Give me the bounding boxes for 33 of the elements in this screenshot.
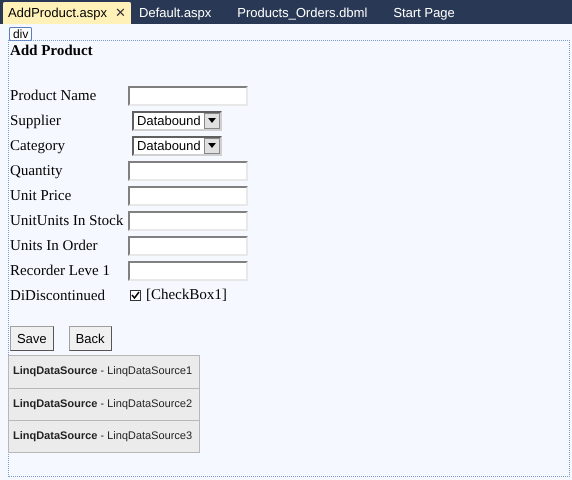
document-tab[interactable]: Start Page [385,2,463,24]
document-tab[interactable]: AddProduct.aspx ✕ [3,2,132,24]
field-label: Quantity [10,162,64,180]
close-icon[interactable]: ✕ [115,3,126,23]
data-source-control[interactable]: LinqDataSource - LinqDataSource1 [9,356,199,388]
input-field[interactable] [128,86,248,106]
data-source-control[interactable]: LinqDataSource - LinqDataSource2 [9,388,199,420]
input-field[interactable] [128,160,248,180]
checkbox-label: [CheckBox1] [146,286,227,306]
form-button[interactable]: Save [10,326,54,351]
element-tag: div [9,27,32,41]
page-heading: Add Product [10,42,93,61]
field-label: Product Name [10,86,98,104]
input-field[interactable] [128,186,248,206]
field-label: Supplier [10,112,62,130]
checkbox[interactable] [130,290,141,301]
input-field[interactable] [128,236,248,256]
field-label: DiDiscontinued [10,286,106,304]
document-tab[interactable]: Default.aspx [131,2,220,24]
field-label: Recorder Leve 1 [10,262,111,280]
data-source-control[interactable]: LinqDataSource - LinqDataSource3 [9,420,199,452]
caret-icon[interactable] [204,112,220,128]
caret-icon[interactable] [204,138,220,154]
dropdown[interactable]: Databound [132,136,222,156]
input-field[interactable] [128,260,248,280]
input-field[interactable] [128,210,248,230]
dropdown[interactable]: Databound [132,110,222,130]
form-button[interactable]: Back [68,326,112,351]
field-label: Units In Order [10,236,98,254]
field-label: Category [10,136,66,154]
field-label: Unit Price [10,186,72,204]
field-label: UnitUnits In Stock [10,212,124,230]
document-tab[interactable]: Products_Orders.dbml [229,2,376,24]
